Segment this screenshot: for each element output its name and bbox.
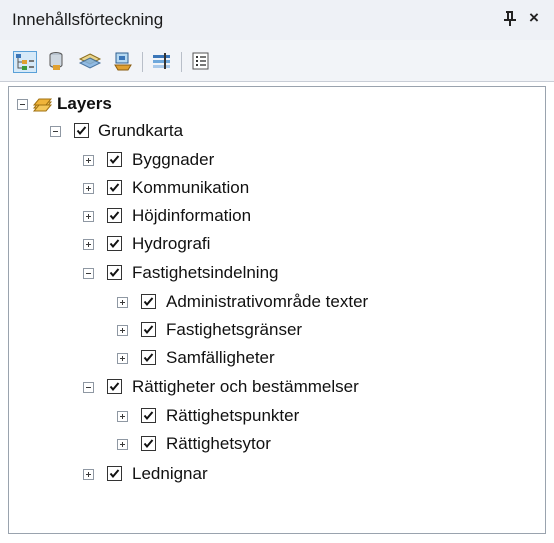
tree-item-label: Fastighetsindelning: [132, 263, 279, 282]
show-hide-layers-button[interactable]: [150, 51, 174, 73]
window-title: Innehållsförteckning: [12, 10, 164, 29]
tree-item-label: Rättighetspunkter: [166, 406, 300, 425]
expand-toggle[interactable]: [83, 183, 94, 194]
tree-item-label: Kommunikation: [132, 178, 250, 197]
tree-item-label: Höjdinformation: [132, 206, 252, 225]
tree-root-label: Layers: [57, 94, 112, 113]
list-by-source-button[interactable]: [46, 51, 70, 73]
tree-item-label: Administrativområde texter: [166, 292, 369, 311]
tree-item-label: Lednignar: [132, 464, 208, 483]
drawing-order-icon: [16, 54, 34, 70]
collapse-toggle[interactable]: [17, 99, 28, 110]
tree-item-fastighetsindelning[interactable]: Fastighetsindelning: [9, 262, 545, 286]
layer-checkbox[interactable]: [107, 379, 122, 394]
close-icon[interactable]: ×: [525, 8, 543, 28]
layer-checkbox[interactable]: [141, 322, 156, 337]
tree-item-rattighetsytor[interactable]: Rättighetsytor: [9, 433, 545, 457]
layer-checkbox[interactable]: [141, 436, 156, 451]
list-by-selection-button[interactable]: [112, 51, 136, 73]
layer-toggle-icon: [153, 53, 170, 69]
toolbar: [0, 40, 554, 82]
tree-item-label: Byggnader: [132, 150, 215, 169]
layer-tree: Layers Grundkarta Byggnader Kommunikatio…: [8, 86, 546, 534]
layer-checkbox[interactable]: [141, 294, 156, 309]
tree-item-label: Rättigheter och bestämmelser: [132, 377, 359, 396]
tree-item-label: Fastighetsgränser: [166, 320, 303, 339]
tree-item-byggnader[interactable]: Byggnader: [9, 149, 545, 173]
toolbar-separator: [181, 52, 182, 72]
layer-checkbox[interactable]: [107, 152, 122, 167]
layers-icon: [31, 96, 53, 119]
layer-checkbox[interactable]: [107, 265, 122, 280]
tree-item-lednignar[interactable]: Lednignar: [9, 463, 545, 487]
tree-item-rattighetspunkter[interactable]: Rättighetspunkter: [9, 405, 545, 429]
layers-visibility-icon: [78, 53, 102, 69]
tree-item-label: Hydrografi: [132, 234, 211, 253]
toolbar-separator: [142, 52, 143, 72]
table-of-contents-window: Innehållsförteckning × Layers Grundkarta…: [0, 0, 554, 543]
tree-item-administrativomrade-texter[interactable]: Administrativområde texter: [9, 291, 545, 315]
expand-toggle[interactable]: [117, 411, 128, 422]
list-by-visibility-button[interactable]: [78, 51, 102, 73]
pin-icon[interactable]: [502, 9, 518, 29]
tree-item-kommunikation[interactable]: Kommunikation: [9, 177, 545, 201]
expand-toggle[interactable]: [83, 239, 94, 250]
tree-item-samfalligheter[interactable]: Samfälligheter: [9, 347, 545, 371]
database-icon: [49, 52, 63, 70]
layer-checkbox[interactable]: [107, 180, 122, 195]
collapse-toggle[interactable]: [83, 382, 94, 393]
tree-item-label: Samfälligheter: [166, 348, 275, 367]
layer-checkbox[interactable]: [141, 408, 156, 423]
tree-item-hojdinformation[interactable]: Höjdinformation: [9, 205, 545, 229]
tree-item-fastighetsgranser[interactable]: Fastighetsgränser: [9, 319, 545, 343]
tree-item-hydrografi[interactable]: Hydrografi: [9, 233, 545, 257]
title-bar: Innehållsförteckning ×: [0, 0, 554, 40]
selection-icon: [114, 52, 132, 71]
tree-root-layers[interactable]: Layers: [9, 93, 545, 117]
collapse-toggle[interactable]: [50, 126, 61, 137]
list-by-drawing-order-button[interactable]: [13, 51, 37, 73]
layer-checkbox[interactable]: [74, 123, 89, 138]
expand-toggle[interactable]: [83, 469, 94, 480]
layer-checkbox[interactable]: [141, 350, 156, 365]
expand-toggle[interactable]: [117, 439, 128, 450]
tree-item-rattigheter-och-bestammelser[interactable]: Rättigheter och bestämmelser: [9, 376, 545, 400]
expand-toggle[interactable]: [117, 325, 128, 336]
layer-checkbox[interactable]: [107, 236, 122, 251]
expand-toggle[interactable]: [83, 155, 94, 166]
layer-checkbox[interactable]: [107, 208, 122, 223]
tree-item-label: Grundkarta: [98, 121, 184, 140]
options-icon: [192, 52, 209, 70]
expand-toggle[interactable]: [117, 353, 128, 364]
options-button[interactable]: [190, 51, 214, 73]
expand-toggle[interactable]: [83, 211, 94, 222]
tree-item-grundkarta[interactable]: Grundkarta: [9, 120, 545, 144]
expand-toggle[interactable]: [117, 297, 128, 308]
layer-checkbox[interactable]: [107, 466, 122, 481]
tree-item-label: Rättighetsytor: [166, 434, 271, 453]
collapse-toggle[interactable]: [83, 268, 94, 279]
